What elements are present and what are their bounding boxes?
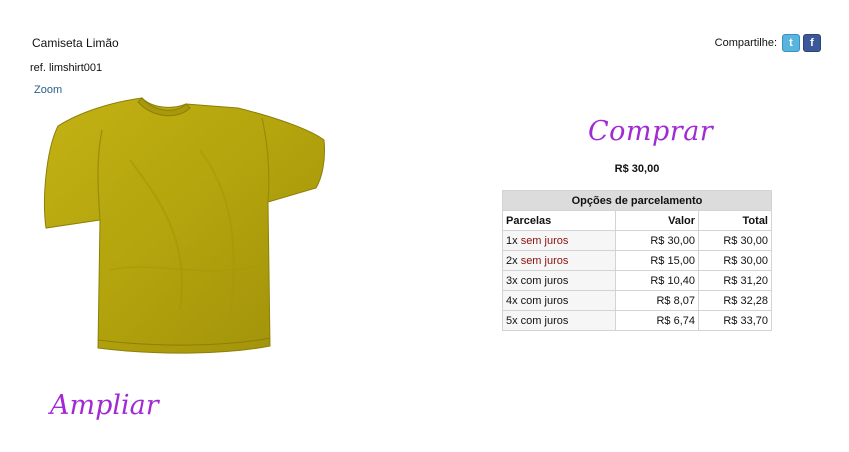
installment-count-label: 2x: [506, 254, 518, 267]
column-header-valor: Valor: [615, 210, 699, 231]
table-row: 1x sem juros R$ 30,00 R$ 30,00: [502, 230, 772, 251]
interest-note: sem juros: [520, 234, 569, 247]
installment-total: R$ 30,00: [698, 250, 772, 271]
installment-count: 4x com juros: [502, 290, 616, 311]
installment-count-label: 1x: [506, 234, 518, 247]
table-row: 3x com juros R$ 10,40 R$ 31,20: [502, 270, 772, 291]
installment-value: R$ 8,07: [615, 290, 699, 311]
installment-count: 1x sem juros: [502, 230, 616, 251]
price: R$ 30,00: [614, 163, 660, 175]
table-row: 4x com juros R$ 8,07 R$ 32,28: [502, 290, 772, 311]
product-ref: ref. limshirt001: [30, 62, 103, 74]
column-header-total: Total: [698, 210, 772, 231]
installment-total: R$ 33,70: [698, 310, 772, 331]
facebook-icon[interactable]: f: [803, 34, 821, 52]
table-row: 5x com juros R$ 6,74 R$ 33,70: [502, 310, 772, 331]
installment-total: R$ 31,20: [698, 270, 772, 291]
table-row: 2x sem juros R$ 15,00 R$ 30,00: [502, 250, 772, 271]
column-header-parcelas: Parcelas: [502, 210, 616, 231]
product-name: Camiseta Limão: [32, 36, 119, 50]
installment-value: R$ 10,40: [615, 270, 699, 291]
installment-value: R$ 30,00: [615, 230, 699, 251]
interest-note: sem juros: [520, 254, 569, 267]
installment-value: R$ 6,74: [615, 310, 699, 331]
product-image[interactable]: [40, 90, 330, 358]
buy-button[interactable]: Comprar: [588, 116, 713, 147]
installment-count: 5x com juros: [502, 310, 616, 331]
twitter-icon[interactable]: t: [782, 34, 800, 52]
installments-caption: Opções de parcelamento: [502, 190, 772, 211]
installment-count: 3x com juros: [502, 270, 616, 291]
share-label: Compartilhe:: [714, 37, 777, 49]
installments-table: Opções de parcelamento Parcelas Valor To…: [502, 190, 772, 331]
tshirt-image: [44, 97, 325, 354]
enlarge-button[interactable]: Ampliar: [50, 390, 159, 421]
installment-total: R$ 30,00: [698, 230, 772, 251]
installment-total: R$ 32,28: [698, 290, 772, 311]
share-bar: Compartilhe: t f: [715, 34, 821, 52]
installment-count: 2x sem juros: [502, 250, 616, 271]
installment-value: R$ 15,00: [615, 250, 699, 271]
